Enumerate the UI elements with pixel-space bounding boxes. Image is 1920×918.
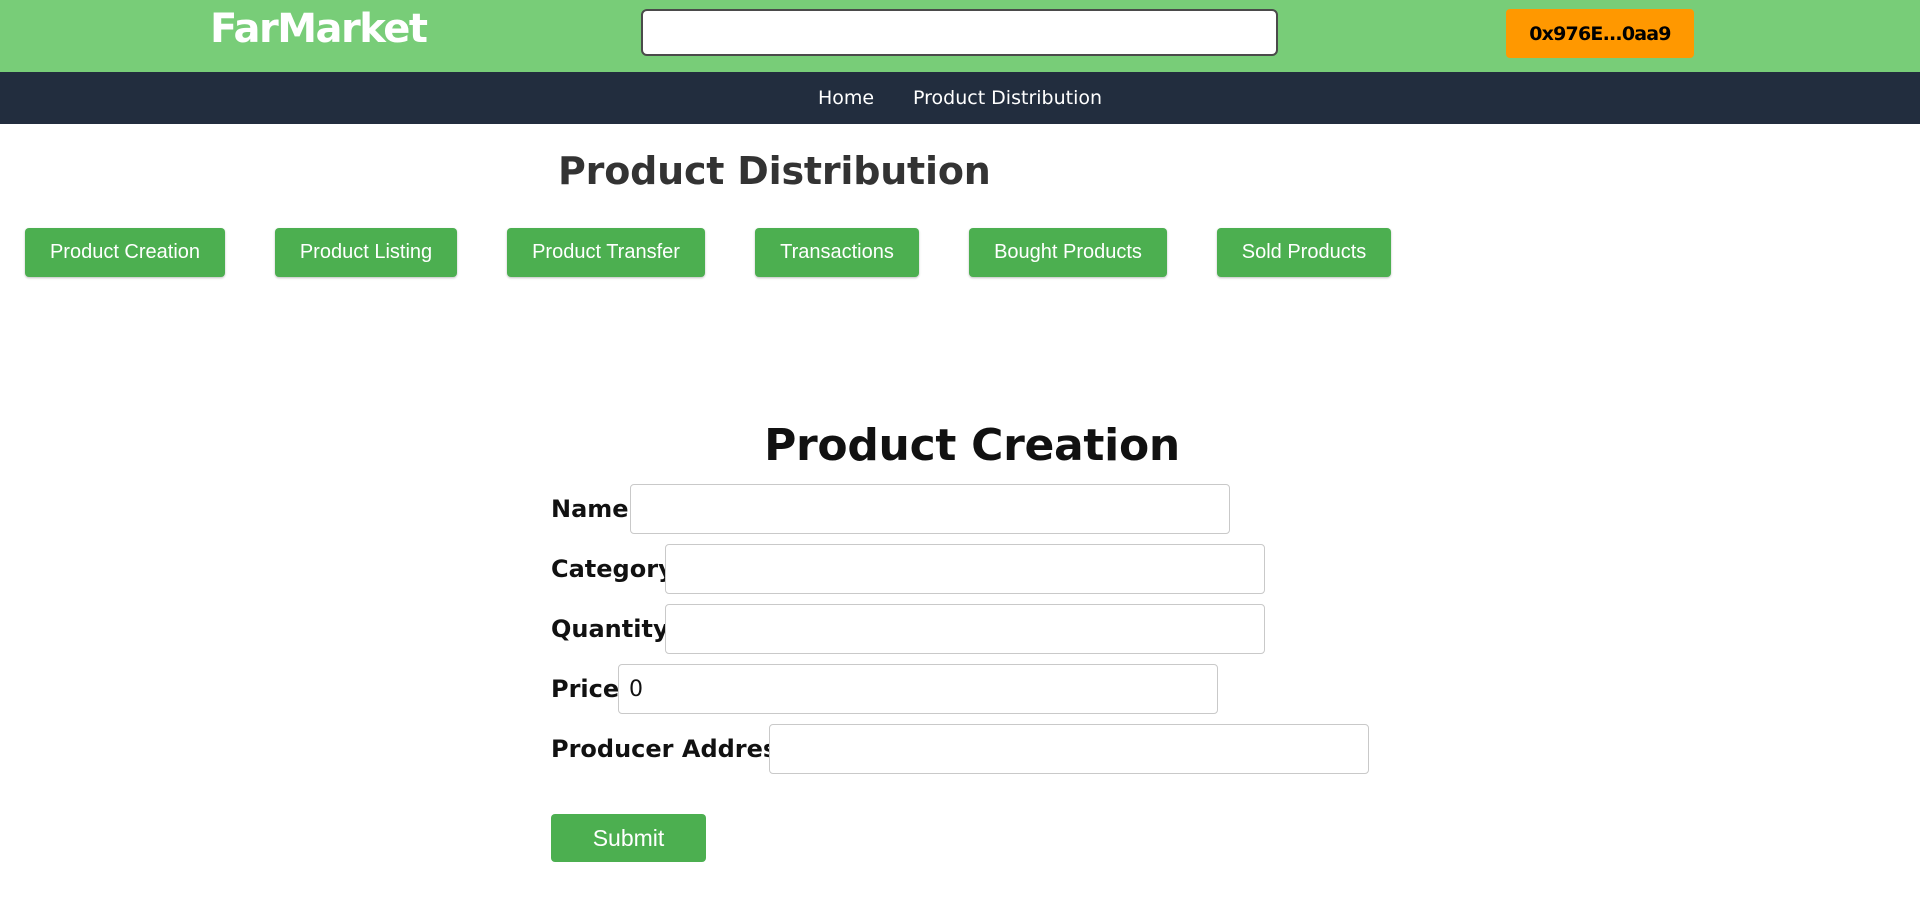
name-label: Name:	[551, 495, 639, 523]
main-nav: Home Product Distribution	[0, 72, 1920, 124]
tab-product-listing[interactable]: Product Listing	[275, 228, 457, 277]
producer-address-label: Producer Address:	[551, 735, 802, 763]
brand-logo[interactable]: FarMarket	[210, 6, 428, 52]
top-header: FarMarket 0x976E...0aa9	[0, 0, 1920, 72]
submit-button[interactable]: Submit	[551, 814, 706, 862]
page-title: Product Distribution	[558, 149, 991, 193]
tab-product-transfer[interactable]: Product Transfer	[507, 228, 705, 277]
producer-address-field[interactable]	[769, 724, 1369, 774]
quantity-label: Quantity:	[551, 615, 679, 643]
tab-transactions[interactable]: Transactions	[755, 228, 919, 277]
search-input[interactable]	[641, 9, 1278, 56]
tab-product-creation[interactable]: Product Creation	[25, 228, 225, 277]
nav-link-home[interactable]: Home	[818, 86, 874, 110]
wallet-address-button[interactable]: 0x976E...0aa9	[1506, 9, 1694, 58]
category-field[interactable]	[665, 544, 1265, 594]
tab-bought-products[interactable]: Bought Products	[969, 228, 1167, 277]
quantity-field[interactable]	[665, 604, 1265, 654]
nav-link-product-distribution[interactable]: Product Distribution	[913, 86, 1102, 110]
name-field[interactable]	[630, 484, 1230, 534]
price-field[interactable]	[618, 664, 1218, 714]
category-label: Category:	[551, 555, 684, 583]
form-title: Product Creation	[764, 420, 1180, 471]
tab-sold-products[interactable]: Sold Products	[1217, 228, 1391, 277]
